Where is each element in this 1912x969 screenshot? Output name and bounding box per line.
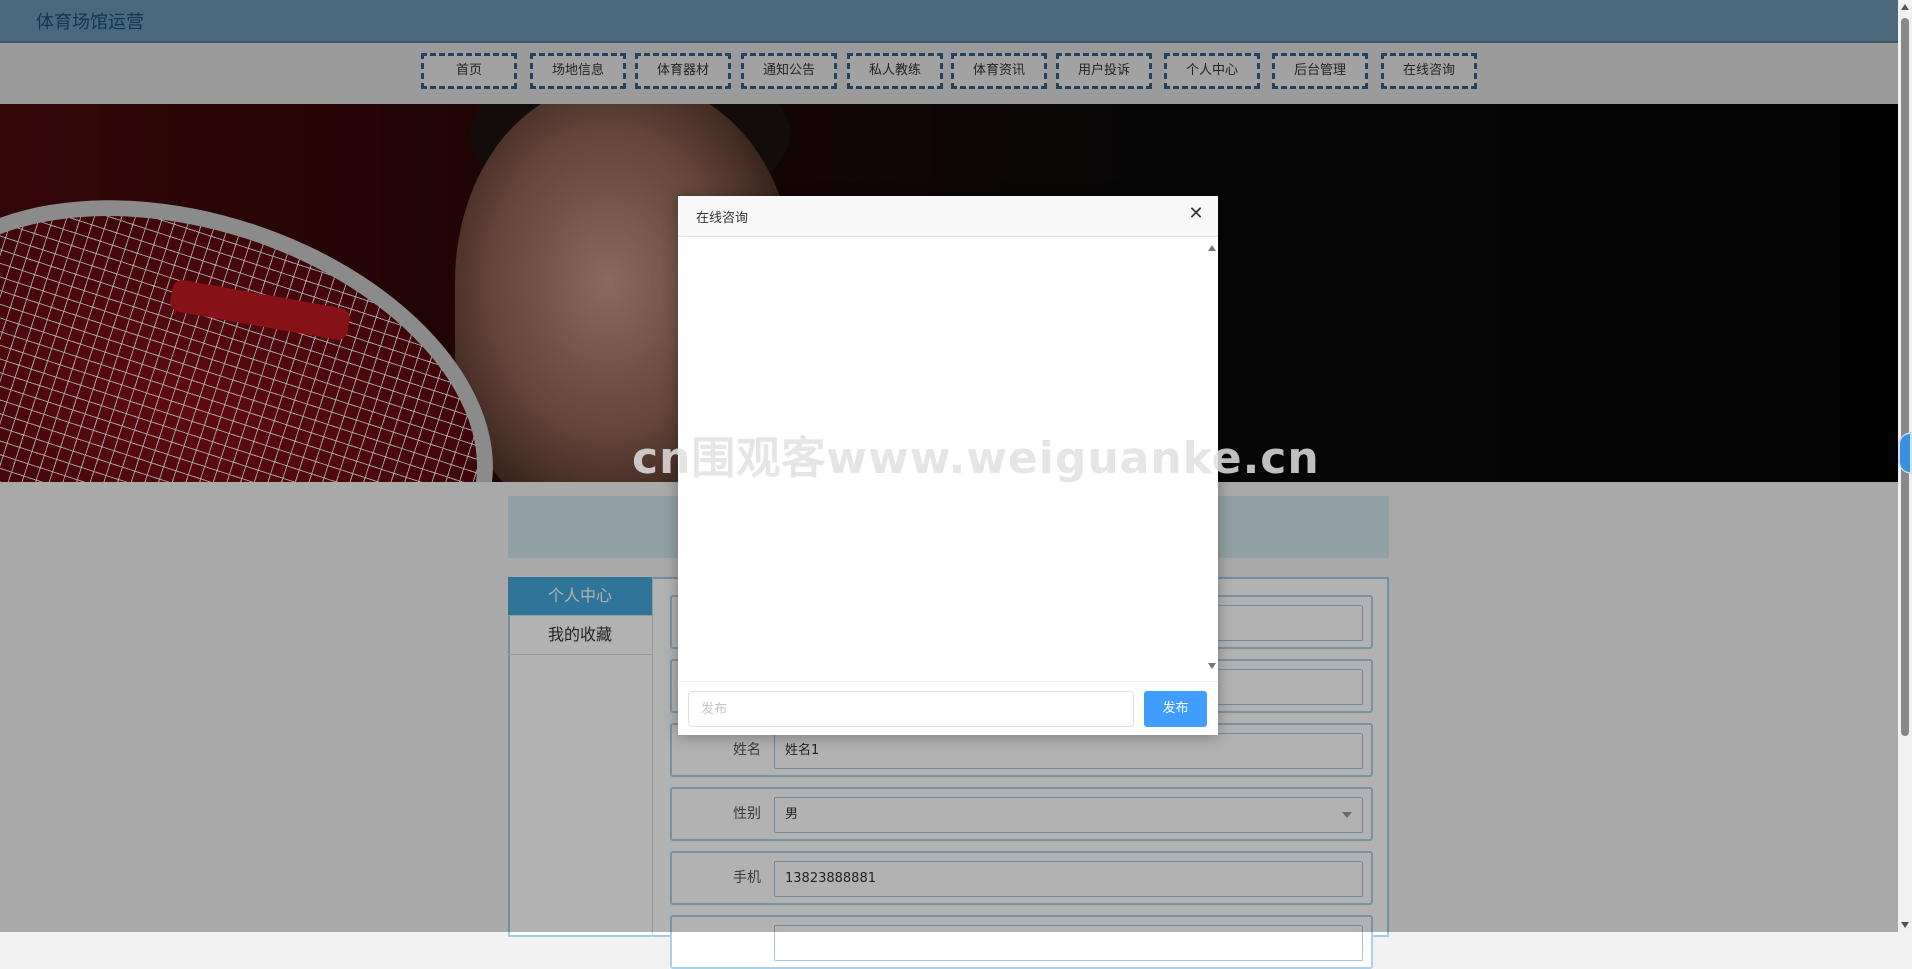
- scroll-down-arrow-icon[interactable]: [1901, 922, 1909, 928]
- floating-side-button[interactable]: [1898, 432, 1912, 474]
- chat-scroll-up-icon[interactable]: [1208, 245, 1216, 251]
- chat-scroll-down-icon[interactable]: [1208, 663, 1216, 669]
- dialog-header: 在线咨询 ✕: [678, 196, 1218, 237]
- message-input[interactable]: [688, 691, 1134, 727]
- dialog-footer: 发布: [678, 681, 1218, 736]
- scrollbar-thumb[interactable]: [1901, 18, 1909, 736]
- scroll-up-arrow-icon[interactable]: [1901, 4, 1909, 10]
- page: 体育场馆运营 首页 场地信息 体育器材 通知公告 私人教练 体育资讯 用户投诉 …: [0, 0, 1898, 969]
- close-icon[interactable]: ✕: [1186, 204, 1206, 224]
- send-button[interactable]: 发布: [1144, 691, 1207, 727]
- watermark-text: cn围观客www.weiguanke.cn: [632, 433, 1320, 484]
- dialog-title: 在线咨询: [696, 211, 749, 226]
